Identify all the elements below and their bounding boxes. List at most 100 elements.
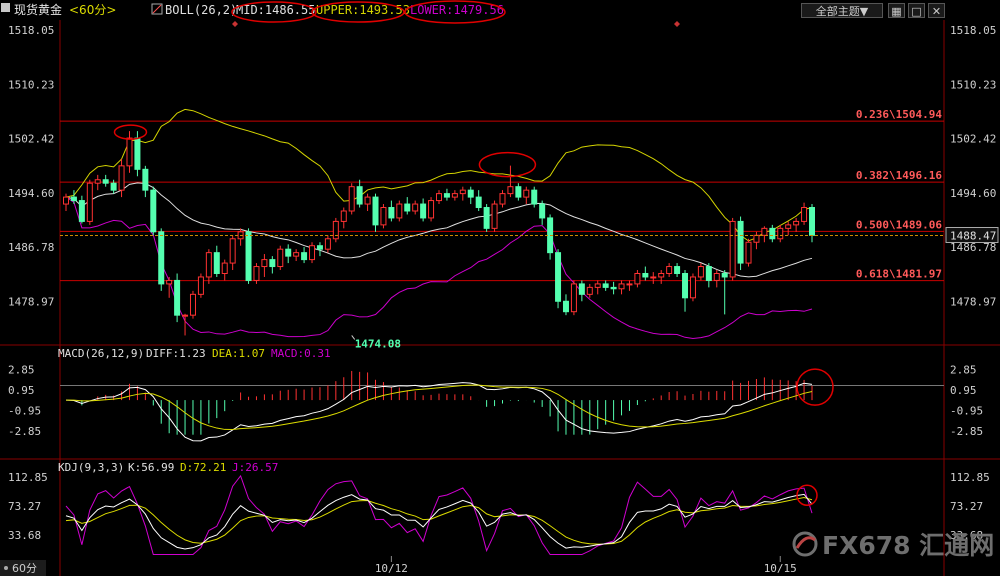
candle-up — [277, 248, 284, 268]
candle-down — [443, 193, 450, 198]
candle-up — [324, 238, 331, 250]
macd-axis-label-left: 2.85 — [8, 363, 35, 376]
price-axis-label-left: 1478.97 — [8, 295, 54, 308]
kdj-k-value: K:56.99 — [128, 461, 174, 474]
candle-up — [713, 272, 720, 281]
candle-down — [467, 189, 474, 198]
candle-down — [539, 203, 546, 219]
chart-canvas: 现货黄金 <60分> BOLL(26,2) MID:1486.55 UPPER:… — [0, 0, 1000, 576]
boll-indicator-icon — [151, 3, 163, 15]
grid-icon[interactable]: ▦ — [888, 3, 905, 18]
boll-upper-line — [65, 108, 813, 242]
candle-up — [166, 279, 173, 285]
macd-axis-label-right: -0.95 — [950, 404, 983, 417]
kdj-axis-label-right: 73.27 — [950, 500, 983, 513]
candle-up — [507, 186, 514, 195]
candle-down — [356, 186, 363, 205]
candle-up — [94, 179, 101, 184]
boll-upper-value: UPPER:1493.53 — [316, 3, 410, 17]
macd-axis-label-left: -0.95 — [8, 404, 41, 417]
macd-diff-value: DIFF:1.23 — [146, 347, 206, 360]
macd-axis-label-right: 2.85 — [950, 363, 977, 376]
price-pane: 1518.05 1518.05 1510.23 1510.23 1502.42 1502.… — [8, 24, 999, 575]
candle-up — [801, 207, 808, 222]
price-axis-label-left: 1518.05 — [8, 24, 54, 37]
candle-up — [253, 266, 260, 281]
kdj-d-line — [65, 496, 813, 545]
candle-down — [150, 189, 157, 233]
candle-up — [189, 293, 196, 316]
candle-up — [332, 220, 339, 240]
macd-dea-line — [65, 384, 813, 431]
kdj-k-line — [65, 493, 813, 550]
candle-up — [205, 252, 212, 278]
candle-up — [745, 241, 752, 264]
kdj-label: KDJ(9,3,3) — [58, 461, 124, 474]
candle-down — [142, 168, 149, 191]
candle-down — [555, 252, 562, 302]
candle-up — [491, 203, 498, 229]
price-axis-label-right: 1518.05 — [950, 24, 996, 37]
price-axis-label-left: 1510.23 — [8, 78, 54, 91]
candle-down — [70, 196, 77, 202]
high-highlight-circle — [113, 124, 148, 140]
current-price-label: 1488.47 — [950, 230, 996, 243]
candle-down — [769, 227, 776, 240]
candle-up — [729, 220, 736, 278]
candle-up — [309, 245, 316, 261]
event-marker — [674, 21, 680, 27]
candle-up — [777, 227, 784, 240]
price-axis-label-right: 1510.23 — [950, 78, 996, 91]
kdj-axis-label-left: 112.85 — [8, 471, 48, 484]
candle-down — [420, 203, 427, 219]
candle-up — [570, 283, 577, 313]
candle-up — [229, 238, 236, 264]
candle-up — [86, 182, 93, 222]
footer-period: 60分 — [12, 562, 37, 575]
candle-down — [102, 179, 109, 184]
theme-dropdown[interactable]: 全部主题▼ — [801, 3, 883, 18]
candle-down — [721, 272, 728, 278]
symbol-title: 现货黄金 — [14, 2, 62, 17]
candle-up — [340, 210, 347, 222]
candle-down — [809, 207, 815, 236]
candle-up — [293, 252, 300, 257]
candle-down — [158, 231, 165, 285]
candle-down — [531, 189, 538, 205]
candle-up — [364, 196, 371, 205]
candle-down — [642, 272, 649, 278]
candle-down — [213, 252, 220, 274]
candle-up — [348, 186, 355, 212]
candle-down — [269, 259, 276, 268]
macd-label: MACD(26,12,9) — [58, 347, 144, 360]
candle-up — [197, 276, 204, 295]
candle-down — [388, 207, 395, 219]
price-axis-label-right: 1494.60 — [950, 187, 996, 200]
max-icon[interactable]: □ — [908, 3, 925, 18]
price-axis-label-left: 1494.60 — [8, 187, 54, 200]
candle-down — [475, 196, 482, 209]
candle-down — [78, 200, 85, 222]
candle-up — [396, 203, 403, 219]
app-icon — [1, 3, 10, 12]
candle-down — [285, 248, 292, 257]
fib-level-label: 0.236\1504.94 — [856, 108, 942, 121]
candle-down — [245, 231, 252, 281]
candle-up — [697, 266, 704, 278]
kdj-j-line — [65, 474, 813, 556]
candle-up — [182, 314, 189, 317]
macd-axis-label-left: 0.95 — [8, 384, 35, 397]
close-icon[interactable]: ✕ — [928, 3, 945, 18]
period-label: <60分> — [69, 3, 116, 17]
candle-down — [610, 286, 617, 290]
kdj-axis-label-left: 33.68 — [8, 529, 41, 542]
candle-up — [785, 224, 792, 229]
candle-up — [618, 283, 625, 290]
macd-axis-label-right: 0.95 — [950, 384, 977, 397]
macd-hist-value: MACD:0.31 — [271, 347, 331, 360]
price-axis-label-right: 1478.97 — [950, 295, 996, 308]
macd-highlight-circle — [796, 368, 834, 406]
candle-down — [602, 283, 609, 288]
event-marker — [232, 21, 238, 27]
price-axis-label-left: 1502.42 — [8, 133, 54, 146]
